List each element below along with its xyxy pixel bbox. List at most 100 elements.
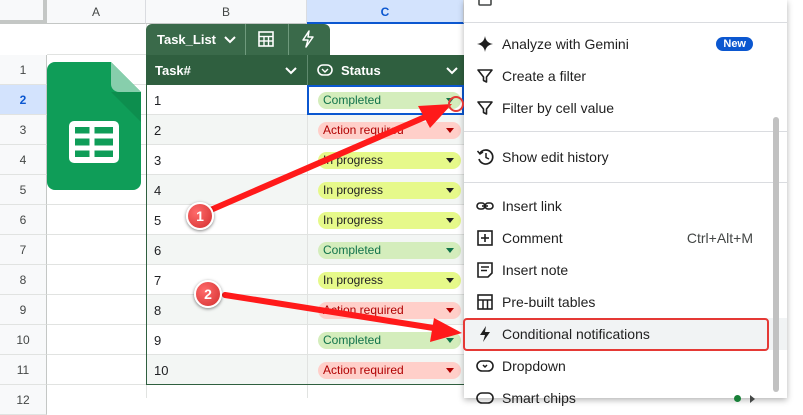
status-dropdown-chip[interactable]: Action required bbox=[318, 122, 461, 139]
menu-item-dropdown[interactable]: Dropdown bbox=[464, 350, 787, 382]
chevron-right-icon bbox=[750, 395, 755, 403]
task-number: 7 bbox=[154, 273, 162, 288]
dropdown-chip-icon bbox=[317, 64, 333, 76]
status-dropdown-chip[interactable]: Completed bbox=[318, 332, 461, 349]
status-value: Action required bbox=[323, 303, 404, 317]
table-settings-icon[interactable] bbox=[257, 30, 275, 48]
chevron-down-icon[interactable] bbox=[446, 278, 454, 283]
menu-scrollbar[interactable] bbox=[773, 117, 779, 392]
menu-item-smart-chips[interactable]: Smart chips bbox=[464, 382, 787, 414]
table-row[interactable]: 3 In progress bbox=[146, 145, 464, 175]
status-dropdown-chip[interactable]: Action required bbox=[318, 362, 461, 379]
comment-shortcut: Ctrl+Alt+M bbox=[686, 230, 753, 246]
row-header-12[interactable]: 12 bbox=[0, 385, 47, 415]
status-value: Completed bbox=[323, 333, 382, 347]
chevron-down-icon[interactable] bbox=[446, 66, 458, 76]
menu-item-analyze-gemini[interactable]: Analyze with Gemini New bbox=[464, 28, 787, 60]
menu-item-insert-note[interactable]: Insert note bbox=[464, 254, 787, 286]
chevron-down-icon[interactable] bbox=[285, 66, 297, 76]
row-header-10[interactable]: 10 bbox=[0, 325, 47, 355]
row-header-1[interactable]: 1 bbox=[0, 55, 47, 85]
row-header-3[interactable]: 3 bbox=[0, 115, 47, 145]
table-row[interactable]: 6 Completed bbox=[146, 235, 464, 265]
table-row[interactable]: 10 Action required bbox=[146, 355, 464, 385]
row-header-9[interactable]: 9 bbox=[0, 295, 47, 325]
status-value: In progress bbox=[323, 213, 384, 227]
filter-icon bbox=[477, 69, 493, 83]
task-number: 9 bbox=[154, 333, 162, 348]
table-row[interactable]: 4 In progress bbox=[146, 175, 464, 205]
column-task-header[interactable]: Task# bbox=[155, 63, 191, 78]
row-header-5[interactable]: 5 bbox=[0, 175, 47, 205]
select-all-corner[interactable] bbox=[0, 0, 47, 24]
status-dropdown-chip[interactable]: In progress bbox=[318, 152, 461, 169]
history-icon bbox=[476, 149, 494, 165]
chevron-down-icon[interactable] bbox=[446, 188, 454, 193]
status-dropdown-chip[interactable]: Action required bbox=[318, 302, 461, 319]
chevron-down-icon[interactable] bbox=[446, 308, 454, 313]
status-value: Action required bbox=[323, 363, 404, 377]
gemini-sparkle-icon bbox=[477, 36, 493, 52]
column-header-b[interactable]: B bbox=[146, 0, 307, 24]
status-value: Completed bbox=[323, 243, 382, 257]
new-dot-icon bbox=[734, 395, 741, 402]
note-icon bbox=[477, 262, 493, 278]
row-header-4[interactable]: 4 bbox=[0, 145, 47, 175]
status-value: Action required bbox=[323, 123, 404, 137]
row-header-2[interactable]: 2 bbox=[0, 85, 47, 115]
table-row[interactable]: 9 Completed bbox=[146, 325, 464, 355]
menu-item-insert-link[interactable]: Insert link bbox=[464, 190, 787, 222]
dropdown-chip-icon bbox=[476, 360, 494, 372]
chevron-down-icon[interactable] bbox=[224, 35, 236, 45]
status-dropdown-chip[interactable]: In progress bbox=[318, 182, 461, 199]
chevron-down-icon[interactable] bbox=[446, 128, 454, 133]
status-dropdown-chip[interactable]: In progress bbox=[318, 272, 461, 289]
menu-item-prebuilt-tables[interactable]: Pre-built tables bbox=[464, 286, 787, 318]
menu-item-icon bbox=[478, 0, 492, 6]
status-value: In progress bbox=[323, 153, 384, 167]
new-badge: New bbox=[716, 37, 753, 51]
table-header-row: Task# Status bbox=[146, 55, 464, 85]
task-number: 6 bbox=[154, 243, 162, 258]
table-name-tab[interactable]: Task_List bbox=[146, 24, 330, 55]
task-number: 10 bbox=[154, 363, 169, 378]
status-value: In progress bbox=[323, 273, 384, 287]
chevron-down-icon[interactable] bbox=[446, 338, 454, 343]
task-number: 3 bbox=[154, 153, 162, 168]
filter-icon bbox=[477, 101, 493, 115]
row-header-7[interactable]: 7 bbox=[0, 235, 47, 265]
sheets-logo bbox=[47, 62, 141, 190]
task-number: 4 bbox=[154, 183, 162, 198]
menu-item-comment[interactable]: Comment Ctrl+Alt+M bbox=[464, 222, 787, 254]
menu-item-filter-by-value[interactable]: Filter by cell value bbox=[464, 92, 787, 124]
task-number: 1 bbox=[154, 93, 162, 108]
table-row[interactable]: 8 Action required bbox=[146, 295, 464, 325]
chevron-down-icon[interactable] bbox=[446, 368, 454, 373]
chevron-down-icon[interactable] bbox=[446, 248, 454, 253]
smart-chip-icon bbox=[476, 392, 494, 404]
active-cell-outline bbox=[307, 85, 464, 115]
chevron-down-icon[interactable] bbox=[446, 218, 454, 223]
add-comment-icon bbox=[477, 230, 493, 246]
menu-item-create-filter[interactable]: Create a filter bbox=[464, 60, 787, 92]
annotation-badge-1: 1 bbox=[186, 202, 214, 230]
table-row[interactable]: 2 Action required bbox=[146, 115, 464, 145]
menu-item-edit-history[interactable]: Show edit history bbox=[464, 141, 787, 173]
column-header-a[interactable]: A bbox=[47, 0, 146, 24]
task-number: 5 bbox=[154, 213, 162, 228]
row-header-8[interactable]: 8 bbox=[0, 265, 47, 295]
column-status-header[interactable]: Status bbox=[341, 63, 381, 78]
table-name: Task_List bbox=[157, 32, 217, 47]
status-value: In progress bbox=[323, 183, 384, 197]
chevron-down-icon[interactable] bbox=[446, 158, 454, 163]
lightning-icon[interactable] bbox=[301, 30, 315, 48]
row-header-6[interactable]: 6 bbox=[0, 205, 47, 235]
status-dropdown-chip[interactable]: In progress bbox=[318, 212, 461, 229]
task-number: 8 bbox=[154, 303, 162, 318]
column-header-c[interactable]: C bbox=[307, 0, 464, 24]
task-number: 2 bbox=[154, 123, 162, 138]
annotation-badge-2: 2 bbox=[194, 280, 222, 308]
link-icon bbox=[476, 202, 494, 210]
status-dropdown-chip[interactable]: Completed bbox=[318, 242, 461, 259]
row-header-11[interactable]: 11 bbox=[0, 355, 47, 385]
